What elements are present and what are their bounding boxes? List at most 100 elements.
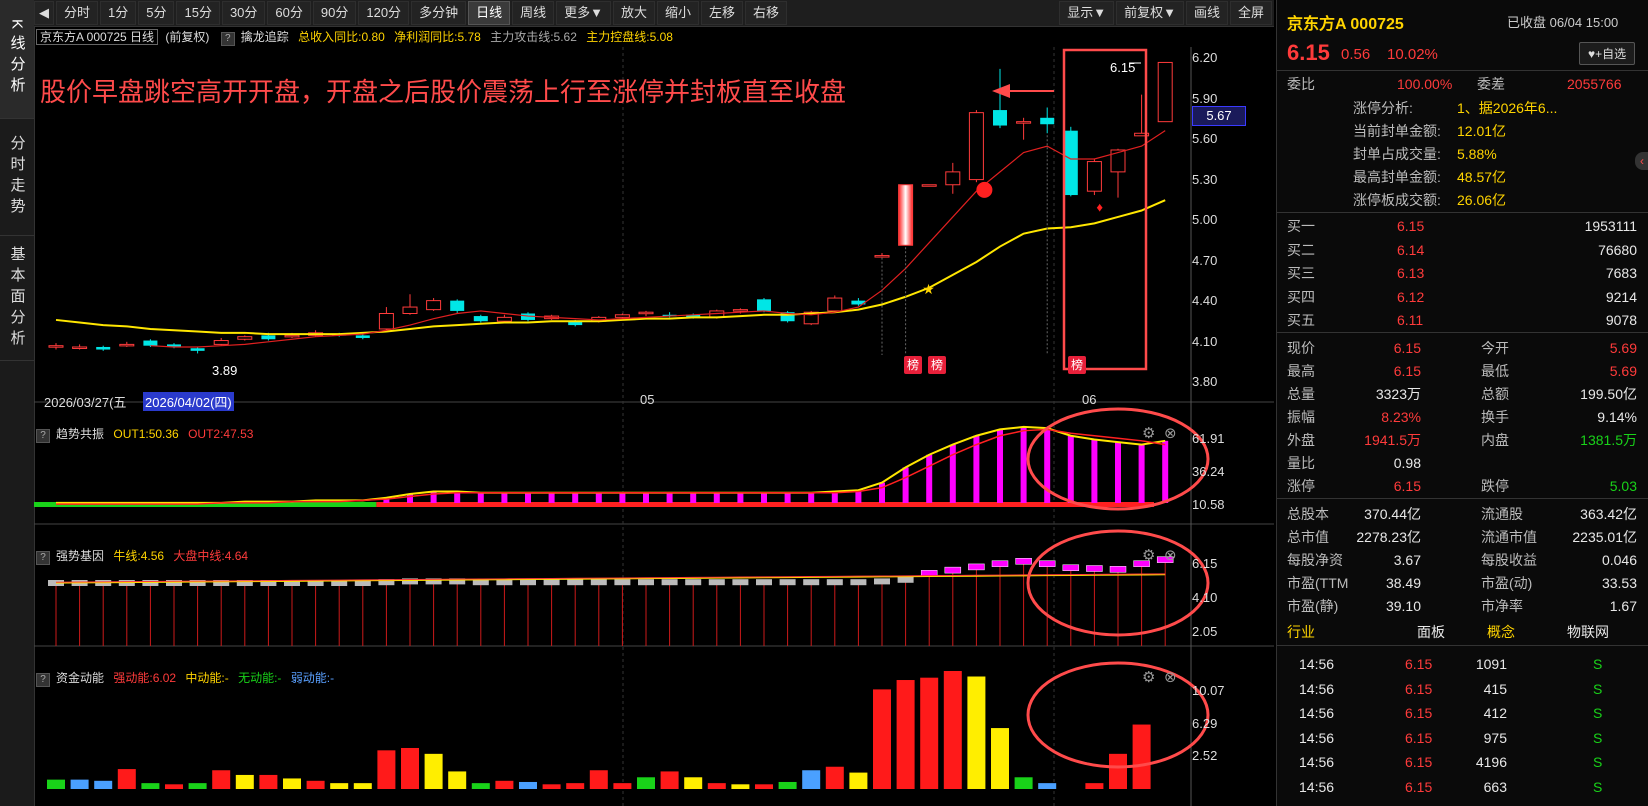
tick-direction: S — [1593, 778, 1603, 795]
more-dropdown[interactable]: 更多▼ — [556, 1, 611, 25]
star-icon: ★ — [922, 281, 935, 297]
list-badge[interactable]: 榜 — [1068, 356, 1086, 374]
candle-body — [1086, 161, 1102, 192]
p2-block — [614, 579, 631, 586]
list-badge[interactable]: 榜 — [928, 356, 946, 374]
candle-body — [1016, 121, 1032, 124]
stock-label: 京东方A 000725 日线 — [36, 29, 159, 45]
period-button[interactable]: 120分 — [358, 1, 410, 25]
stat-value: 6.15 — [1393, 340, 1421, 356]
p3-tick: 2.52 — [1192, 748, 1218, 763]
p3-bar — [330, 783, 349, 789]
control-line: 主力控盘线:5.08 — [586, 30, 673, 44]
panel1-out2: OUT2:47.53 — [188, 427, 254, 441]
tab-kline-analysis[interactable]: K线分析 — [0, 0, 34, 119]
tick-time: 14:56 — [1299, 656, 1335, 672]
back-icon[interactable]: ◀ — [34, 1, 54, 25]
draw-button[interactable]: 画线 — [1185, 1, 1228, 25]
current-price-tag: 5.67 — [1192, 106, 1246, 126]
candle-body — [1110, 149, 1126, 173]
stat-row: 总量 3323万 总额 199.50亿 — [1277, 382, 1648, 406]
display-dropdown[interactable]: 显示▼ — [1059, 1, 1115, 25]
limit-value: 1、据2026年6... — [1457, 100, 1558, 116]
price-change-pct: 10.02% — [1387, 46, 1438, 63]
close-icon[interactable]: ⊗ — [1164, 546, 1177, 564]
fullscreen-button[interactable]: 全屏 — [1229, 1, 1272, 25]
shift-right-button[interactable]: 右移 — [745, 1, 788, 25]
period-button[interactable]: 90分 — [312, 1, 357, 25]
period-button[interactable]: 5分 — [138, 1, 175, 25]
candle-body — [378, 313, 394, 330]
zoom-in-button[interactable]: 放大 — [612, 1, 655, 25]
panel2-bull: 牛线:4.56 — [113, 549, 165, 563]
p1-bar — [902, 467, 909, 503]
add-watchlist-button[interactable]: ♥+自选 — [1579, 42, 1636, 65]
period-button[interactable]: 多分钟 — [411, 1, 467, 25]
candle-body — [614, 314, 630, 318]
tick-time: 14:56 — [1299, 729, 1335, 746]
p2-tick: 4.10 — [1192, 590, 1218, 605]
p3-tick: 6.29 — [1192, 716, 1218, 731]
p2-block — [661, 579, 678, 586]
bid-label: 买三 — [1287, 265, 1315, 281]
stat-label: 振幅 — [1287, 409, 1315, 425]
bid-label: 买一 — [1287, 218, 1315, 234]
tab-fundamentals[interactable]: 基本面分析 — [0, 236, 34, 361]
bid-row[interactable]: 买四 6.12 9214 — [1277, 285, 1648, 309]
price-change: 0.56 — [1341, 46, 1371, 63]
low-price-label: 3.89 — [212, 363, 238, 378]
gear-icon[interactable]: ⚙ — [1142, 546, 1155, 564]
quote-panel: 京东方A 000725 已收盘 06/04 15:00 6.15 0.56 10… — [1276, 0, 1648, 806]
help-icon[interactable]: ? — [220, 32, 235, 46]
bid-row[interactable]: 买五 6.11 9078 — [1277, 308, 1648, 332]
kline-chart[interactable]: ★♦ — [34, 27, 1274, 806]
zoom-out-button[interactable]: 缩小 — [657, 1, 700, 25]
p1-bar — [595, 492, 602, 503]
period-button[interactable]: 周线 — [512, 1, 555, 25]
tab-intraday[interactable]: 分时走势 — [0, 119, 34, 236]
bid-row[interactable]: 买一 6.15 1953111 — [1277, 214, 1648, 238]
panel1-header: ? 趋势共振 OUT1:50.36 OUT2:47.53 — [36, 425, 253, 443]
list-badge[interactable]: 榜 — [904, 356, 922, 374]
help-icon[interactable]: ? — [36, 551, 50, 565]
p1-bar — [619, 492, 626, 503]
market-status: 已收盘 06/04 15:00 — [1507, 15, 1619, 30]
diamond-icon: ♦ — [1096, 200, 1103, 215]
bid-row[interactable]: 买三 6.13 7683 — [1277, 261, 1648, 285]
p1-bar — [666, 492, 673, 503]
collapse-arrow-icon[interactable]: ‹ — [1635, 152, 1648, 170]
p2-block — [142, 580, 159, 586]
adjust-dropdown[interactable]: 前复权▼ — [1116, 1, 1184, 25]
period-button[interactable]: 15分 — [176, 1, 220, 25]
divider — [1277, 645, 1648, 646]
candle-body — [1040, 117, 1055, 125]
concept-value[interactable]: 物联网 — [1567, 620, 1609, 644]
close-icon[interactable]: ⊗ — [1164, 424, 1177, 442]
bid-price: 6.12 — [1397, 288, 1425, 305]
period-button[interactable]: 60分 — [267, 1, 311, 25]
bid-row[interactable]: 买二 6.14 76680 — [1277, 238, 1648, 262]
candle-body — [284, 334, 300, 338]
shift-left-button[interactable]: 左移 — [701, 1, 744, 25]
p3-bar — [353, 783, 372, 789]
period-button[interactable]: 分时 — [56, 1, 99, 25]
limit-value: 48.57亿 — [1457, 169, 1507, 185]
p3-bar — [991, 728, 1009, 789]
p3-bar — [660, 771, 679, 789]
stat-value: 5.03 — [1609, 478, 1637, 494]
help-icon[interactable]: ? — [36, 673, 50, 687]
close-icon[interactable]: ⊗ — [1164, 668, 1177, 686]
indicator-name: 擒龙追踪 — [240, 30, 289, 44]
left-tab-bar: K线分析 分时走势 基本面分析 — [0, 0, 35, 806]
gear-icon[interactable]: ⚙ — [1142, 668, 1155, 686]
period-button[interactable]: 30分 — [221, 1, 266, 25]
industry-value[interactable]: 面板 — [1417, 620, 1445, 644]
help-icon[interactable]: ? — [36, 429, 50, 443]
gear-icon[interactable]: ⚙ — [1142, 424, 1155, 442]
candle-body — [732, 309, 748, 312]
bid-price: 6.11 — [1397, 312, 1424, 328]
period-button-daily[interactable]: 日线 — [468, 1, 511, 25]
period-button[interactable]: 1分 — [100, 1, 137, 25]
candle-body — [72, 346, 88, 349]
fund-label: 流通股 — [1481, 506, 1523, 522]
